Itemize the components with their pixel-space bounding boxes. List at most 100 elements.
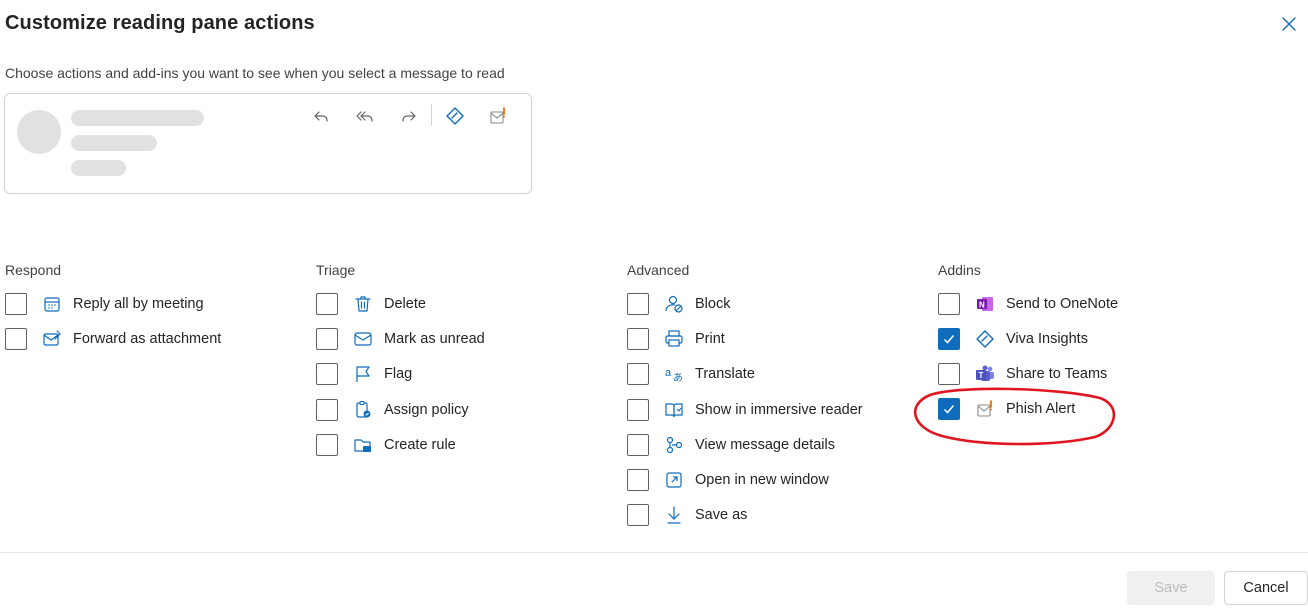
svg-text:あ: あ: [673, 372, 683, 384]
advanced-column-title: Advanced: [627, 262, 690, 278]
close-icon: [1282, 17, 1296, 31]
checkbox-checked[interactable]: [938, 398, 960, 420]
mail-attachment-icon: [42, 329, 62, 349]
respond-column-title: Respond: [5, 262, 62, 278]
save-button[interactable]: Save: [1127, 571, 1215, 605]
checkbox[interactable]: [938, 293, 960, 315]
cancel-button[interactable]: Cancel: [1224, 571, 1308, 605]
option-show-in-immersive-reader[interactable]: Show in immersive reader: [627, 398, 863, 422]
option-label: Translate: [695, 366, 755, 382]
preview-line-placeholder: [71, 160, 126, 176]
download-icon: [664, 505, 684, 525]
checkbox[interactable]: [5, 328, 27, 350]
dialog-subtitle: Choose actions and add-ins you want to s…: [5, 65, 505, 81]
checkmark-icon: [943, 405, 955, 414]
option-label: Assign policy: [384, 402, 469, 418]
svg-text:N: N: [979, 301, 985, 310]
message-details-icon: [664, 435, 684, 455]
block-icon: [664, 294, 684, 314]
option-label: Save as: [695, 507, 748, 523]
immersive-reader-icon: [664, 400, 684, 420]
checkbox[interactable]: [627, 363, 649, 385]
advanced-column: Advanced Block Print aあ Translate Show i…: [627, 262, 863, 526]
checkbox[interactable]: [316, 293, 338, 315]
svg-text:T: T: [979, 371, 984, 380]
option-label: Phish Alert: [1006, 401, 1076, 417]
option-label: Show in immersive reader: [695, 402, 863, 418]
option-open-in-new-window[interactable]: Open in new window: [627, 468, 829, 492]
option-send-to-onenote[interactable]: N Send to OneNote: [938, 292, 1118, 316]
option-label: Reply all by meeting: [73, 296, 204, 312]
checkbox[interactable]: [938, 363, 960, 385]
checkbox[interactable]: [316, 399, 338, 421]
checkbox[interactable]: [627, 293, 649, 315]
checkbox[interactable]: [5, 293, 27, 315]
addins-column-title: Addins: [938, 262, 981, 278]
checkbox[interactable]: [627, 504, 649, 526]
preview-line-placeholder: [71, 135, 157, 151]
option-forward-as-attachment[interactable]: Forward as attachment: [5, 327, 221, 351]
preview-line-placeholder: [71, 110, 204, 126]
option-save-as[interactable]: Save as: [627, 503, 747, 527]
checkbox-checked[interactable]: [938, 328, 960, 350]
open-window-icon: [664, 470, 684, 490]
option-viva-insights[interactable]: Viva Insights: [938, 327, 1088, 351]
mail-icon: [353, 329, 373, 349]
option-label: Flag: [384, 366, 413, 382]
option-assign-policy[interactable]: Assign policy: [316, 398, 469, 422]
close-button[interactable]: [1279, 14, 1299, 34]
printer-icon: [664, 329, 684, 349]
option-mark-as-unread[interactable]: Mark as unread: [316, 327, 485, 351]
reply-all-icon: [355, 106, 375, 126]
checkbox[interactable]: [316, 363, 338, 385]
translate-icon: aあ: [664, 364, 684, 384]
checkbox[interactable]: [316, 328, 338, 350]
option-delete[interactable]: Delete: [316, 292, 426, 316]
onenote-icon: N: [975, 294, 995, 314]
phish-alert-icon: [975, 399, 995, 419]
option-block[interactable]: Block: [627, 292, 730, 316]
checkbox[interactable]: [316, 434, 338, 456]
option-label: View message details: [695, 437, 835, 453]
forward-icon: [399, 106, 419, 126]
avatar-placeholder: [17, 110, 61, 154]
policy-icon: [353, 400, 373, 420]
option-label: Create rule: [384, 437, 456, 453]
option-create-rule[interactable]: Create rule: [316, 433, 456, 457]
checkbox[interactable]: [627, 469, 649, 491]
viva-insights-icon: [445, 106, 465, 126]
option-label: Forward as attachment: [73, 331, 222, 347]
svg-text:a: a: [665, 367, 672, 379]
viva-insights-icon: [975, 329, 995, 349]
message-preview: [4, 93, 532, 194]
option-print[interactable]: Print: [627, 327, 725, 351]
option-translate[interactable]: aあ Translate: [627, 362, 755, 386]
option-flag[interactable]: Flag: [316, 362, 412, 386]
triage-column: Triage Delete Mark as unread Flag Assign…: [316, 262, 485, 456]
option-label: Block: [695, 296, 731, 312]
dialog-title: Customize reading pane actions: [5, 12, 315, 34]
checkmark-icon: [943, 335, 955, 344]
option-label: Print: [695, 331, 725, 347]
reply-icon: [311, 106, 331, 126]
option-label: Send to OneNote: [1006, 296, 1119, 312]
option-phish-alert[interactable]: Phish Alert: [938, 397, 1075, 421]
option-label: Mark as unread: [384, 331, 485, 347]
teams-icon: T: [975, 364, 995, 384]
folder-rule-icon: [353, 435, 373, 455]
calendar-icon: [42, 294, 62, 314]
checkbox[interactable]: [627, 399, 649, 421]
flag-icon: [353, 364, 373, 384]
phish-alert-icon: [488, 106, 508, 126]
triage-column-title: Triage: [316, 262, 356, 278]
option-label: Delete: [384, 296, 426, 312]
option-view-message-details[interactable]: View message details: [627, 433, 835, 457]
option-label: Viva Insights: [1006, 331, 1088, 347]
option-share-to-teams[interactable]: T Share to Teams: [938, 362, 1107, 386]
checkbox[interactable]: [627, 434, 649, 456]
toolbar-separator: [431, 104, 432, 126]
option-reply-all-by-meeting[interactable]: Reply all by meeting: [5, 292, 204, 316]
checkbox[interactable]: [627, 328, 649, 350]
addins-column: Addins N Send to OneNote Viva Insights T…: [938, 262, 1118, 420]
footer-divider: [0, 552, 1308, 553]
